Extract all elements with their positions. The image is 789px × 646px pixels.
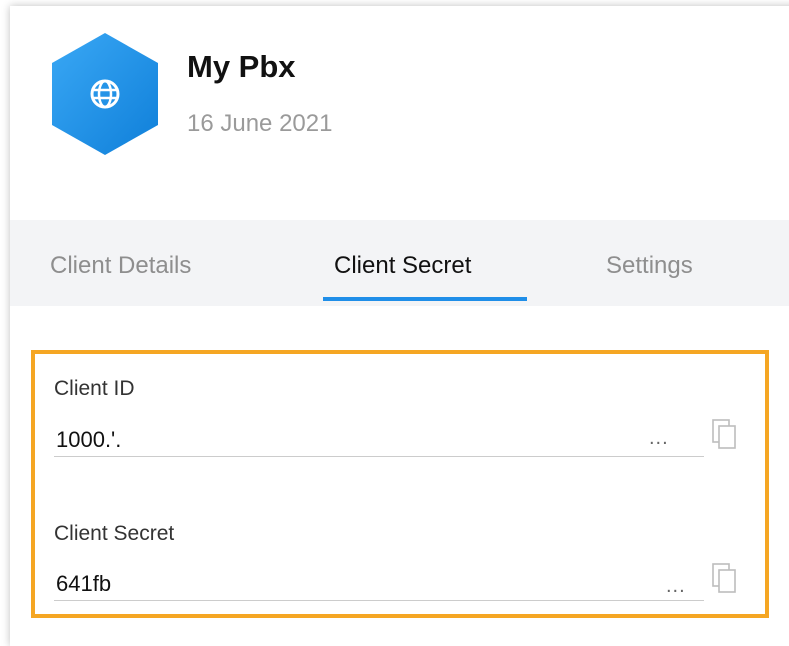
client-secret-ellipsis: ...	[666, 575, 686, 597]
client-id-ellipsis: ...	[649, 427, 669, 449]
client-secret-underline	[54, 600, 704, 601]
app-name: My Pbx	[187, 49, 296, 84]
app-header: My Pbx 16 June 2021	[10, 6, 789, 220]
copy-icon[interactable]	[711, 562, 739, 596]
active-tab-indicator	[323, 297, 527, 301]
client-panel: My Pbx 16 June 2021 Client Details Clien…	[10, 6, 789, 646]
app-date: 16 June 2021	[187, 110, 333, 137]
client-id-underline	[54, 456, 704, 457]
tab-settings[interactable]: Settings	[606, 252, 693, 280]
tab-client-secret[interactable]: Client Secret	[334, 252, 471, 280]
app-logo	[52, 33, 158, 155]
credentials-highlight-box	[31, 350, 769, 618]
client-secret-label: Client Secret	[54, 522, 175, 545]
client-id-label: Client ID	[54, 377, 135, 400]
tab-client-details[interactable]: Client Details	[50, 252, 191, 280]
client-id-value[interactable]: 1000.'.	[56, 427, 121, 453]
client-secret-value[interactable]: 641fb	[56, 571, 111, 597]
globe-icon	[88, 77, 122, 111]
tab-bar: Client Details Client Secret Settings	[10, 220, 789, 306]
copy-icon[interactable]	[711, 418, 739, 452]
